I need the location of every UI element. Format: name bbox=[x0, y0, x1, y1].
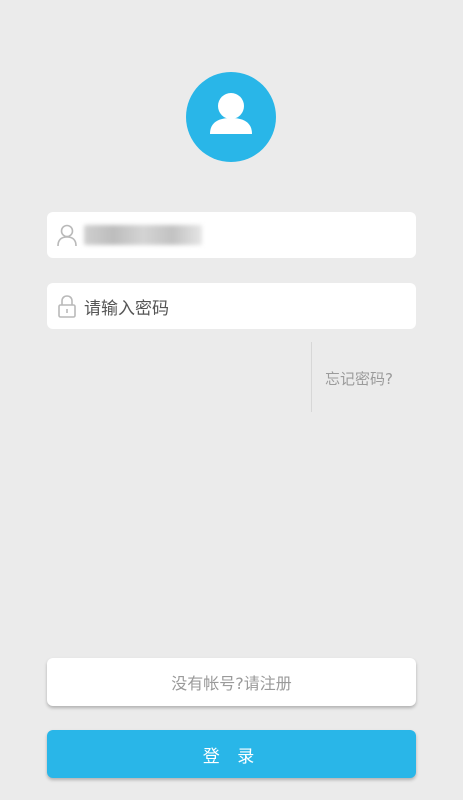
username-field[interactable] bbox=[47, 212, 416, 258]
forgot-password-link[interactable]: 忘记密码? bbox=[325, 368, 393, 389]
user-avatar-icon bbox=[210, 93, 252, 134]
register-button[interactable]: 没有帐号?请注册 bbox=[47, 658, 416, 706]
password-placeholder: 请输入密码 bbox=[84, 298, 169, 319]
vertical-divider bbox=[311, 342, 312, 412]
password-field[interactable]: 请输入密码 bbox=[47, 283, 416, 329]
avatar bbox=[186, 72, 276, 162]
login-button[interactable]: 登 录 bbox=[47, 730, 416, 778]
user-icon bbox=[50, 212, 84, 258]
lock-icon bbox=[50, 283, 84, 329]
username-value-blurred bbox=[84, 225, 202, 245]
